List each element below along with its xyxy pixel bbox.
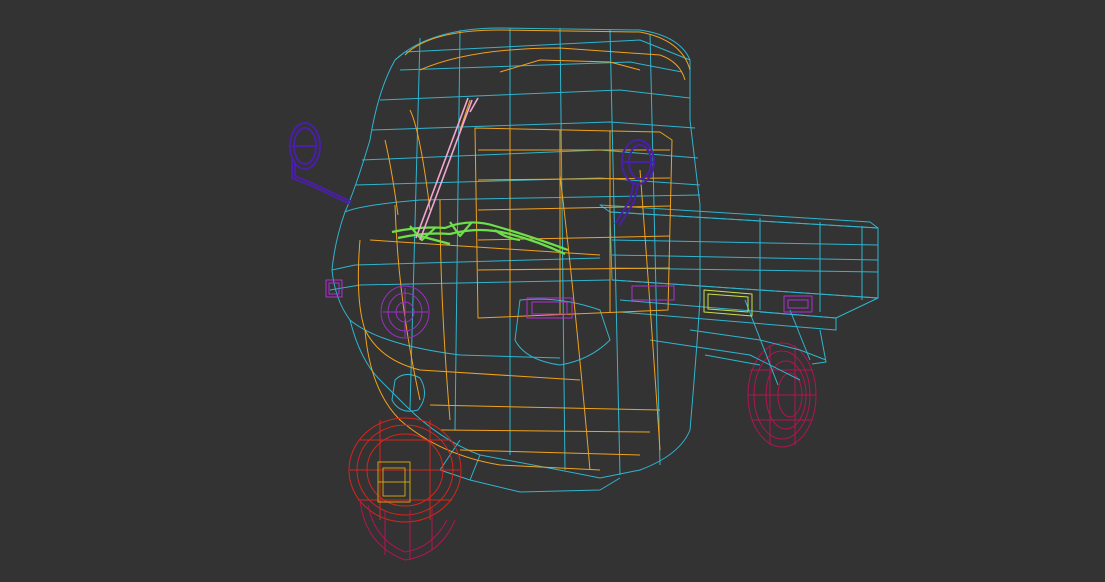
3d-viewport[interactable] [0, 0, 1105, 582]
viewport-background [0, 0, 1105, 582]
front-wheel-hub[interactable] [377, 461, 411, 503]
headlight[interactable] [380, 285, 430, 339]
wireframe-canvas[interactable] [0, 0, 1105, 582]
